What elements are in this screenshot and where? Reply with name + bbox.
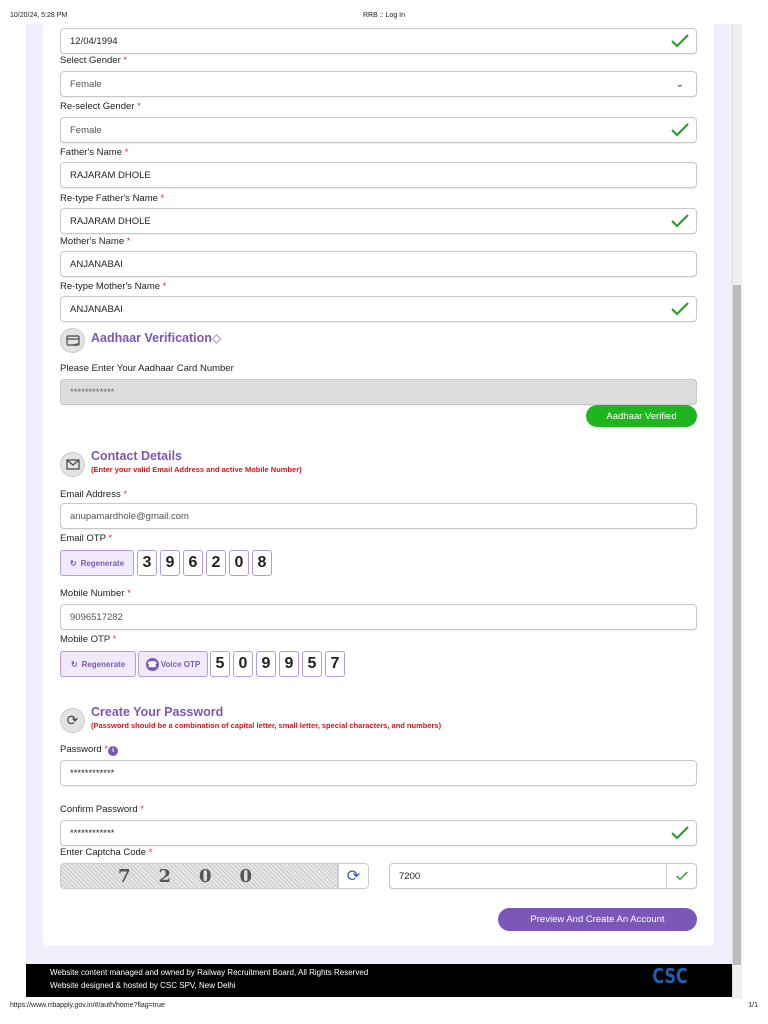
check-icon — [671, 826, 689, 840]
aadhaar-heading: Aadhaar Verification◇ — [91, 331, 222, 345]
mobile-otp-digit[interactable]: 9 — [279, 651, 299, 677]
regender-select[interactable]: Female — [60, 117, 697, 143]
mother-label: Mother's Name * — [60, 236, 131, 247]
email-otp-digit[interactable]: 0 — [229, 550, 249, 576]
gender-select[interactable]: Female ⌄ — [60, 71, 697, 97]
gender-label: Select Gender * — [60, 55, 128, 66]
email-otp-digit[interactable]: 2 — [206, 550, 226, 576]
refresh-icon: ↻ — [69, 558, 77, 568]
father-label: Father's Name * — [60, 147, 129, 158]
page-url: https://www.rrbapply.gov.in/#/auth/home?… — [10, 1002, 165, 1009]
card-check-icon — [60, 328, 85, 353]
password-heading: Create Your Password — [91, 705, 224, 719]
confirm-password-label: Confirm Password * — [60, 804, 144, 815]
aadhaar-verified-button[interactable]: Aadhaar Verified — [586, 405, 697, 427]
refather-label: Re-type Father's Name * — [60, 193, 165, 204]
confirm-password-input[interactable]: ************ — [60, 820, 697, 846]
voice-otp-button[interactable]: ☎ Voice OTP — [138, 651, 208, 677]
password-reset-icon: ⟳ — [60, 708, 85, 733]
preview-create-account-button[interactable]: Preview And Create An Account — [498, 908, 697, 931]
email-input[interactable]: anupamardhole@gmail.com — [60, 503, 697, 529]
password-label: Password * i — [60, 744, 119, 756]
page-number: 1/1 — [748, 1002, 758, 1009]
password-subtitle: (Password should be a combination of cap… — [91, 721, 442, 730]
captcha-refresh-icon[interactable]: ⟳ — [338, 863, 369, 889]
aadhaar-input[interactable]: ************ — [60, 379, 697, 405]
mail-icon — [60, 452, 85, 477]
check-icon — [671, 214, 689, 228]
captcha-image: 7200 — [60, 863, 338, 889]
remother-label: Re-type Mother's Name * — [60, 281, 167, 292]
mobile-otp-digit[interactable]: 9 — [256, 651, 276, 677]
mobile-label: Mobile Number * — [60, 588, 131, 599]
chevron-down-icon: ⌄ — [675, 79, 684, 90]
mobile-otp-digit[interactable]: 0 — [233, 651, 253, 677]
contact-subtitle: (Enter your valid Email Address and acti… — [91, 465, 302, 474]
aadhaar-label: Please Enter Your Aadhaar Card Number — [60, 363, 234, 374]
phone-icon: ☎ — [145, 657, 159, 671]
mobile-otp-digit[interactable]: 5 — [210, 651, 230, 677]
email-otp-label: Email OTP * — [60, 533, 113, 544]
check-icon — [666, 864, 696, 888]
info-icon[interactable]: i — [108, 746, 119, 756]
contact-heading: Contact Details — [91, 449, 182, 463]
refresh-icon: ↻ — [70, 659, 78, 669]
email-regenerate-button[interactable]: ↻ Regenerate — [60, 550, 134, 576]
dob-value: 12/04/1994 — [70, 35, 118, 47]
check-icon — [671, 34, 689, 48]
email-otp-digit[interactable]: 9 — [160, 550, 180, 576]
check-icon — [671, 302, 689, 316]
mobile-otp-digit[interactable]: 5 — [302, 651, 322, 677]
captcha-label: Enter Captcha Code * — [60, 847, 153, 858]
retype-father-name-input[interactable]: RAJARAM DHOLE — [60, 208, 697, 234]
csc-logo: CSC — [652, 964, 688, 988]
scrollbar-thumb[interactable] — [733, 285, 741, 965]
email-otp-row: ↻ Regenerate 396208 — [60, 550, 272, 576]
footer-line-2: Website designed & hosted by CSC SPV, Ne… — [50, 980, 236, 990]
father-name-input[interactable]: RAJARAM DHOLE — [60, 162, 697, 188]
email-otp-digit[interactable]: 3 — [137, 550, 157, 576]
regender-label: Re-select Gender * — [60, 101, 141, 112]
mobile-input[interactable]: 9096517282 — [60, 604, 697, 630]
email-otp-digit[interactable]: 6 — [183, 550, 203, 576]
mother-name-input[interactable]: ANJANABAI — [60, 251, 697, 277]
email-label: Email Address * — [60, 489, 128, 500]
page-title: RRB :: Log In — [362, 12, 406, 19]
password-input[interactable]: ************ — [60, 760, 697, 786]
email-otp-digit[interactable]: 8 — [252, 550, 272, 576]
mobile-otp-label: Mobile OTP * — [60, 634, 117, 645]
info-diamond-icon[interactable]: ◇ — [212, 331, 221, 345]
footer: Website content managed and owned by Rai… — [26, 964, 732, 997]
mobile-otp-row: ↻ Regenerate ☎ Voice OTP 509957 — [60, 651, 345, 677]
dob-field[interactable]: 12/04/1994 — [60, 28, 697, 54]
mobile-regenerate-button[interactable]: ↻ Regenerate — [60, 651, 136, 677]
mobile-otp-digit[interactable]: 7 — [325, 651, 345, 677]
footer-line-1: Website content managed and owned by Rai… — [50, 968, 369, 977]
retype-mother-name-input[interactable]: ANJANABAI — [60, 296, 697, 322]
check-icon — [671, 123, 689, 137]
captcha-input[interactable]: 7200 — [389, 863, 697, 889]
